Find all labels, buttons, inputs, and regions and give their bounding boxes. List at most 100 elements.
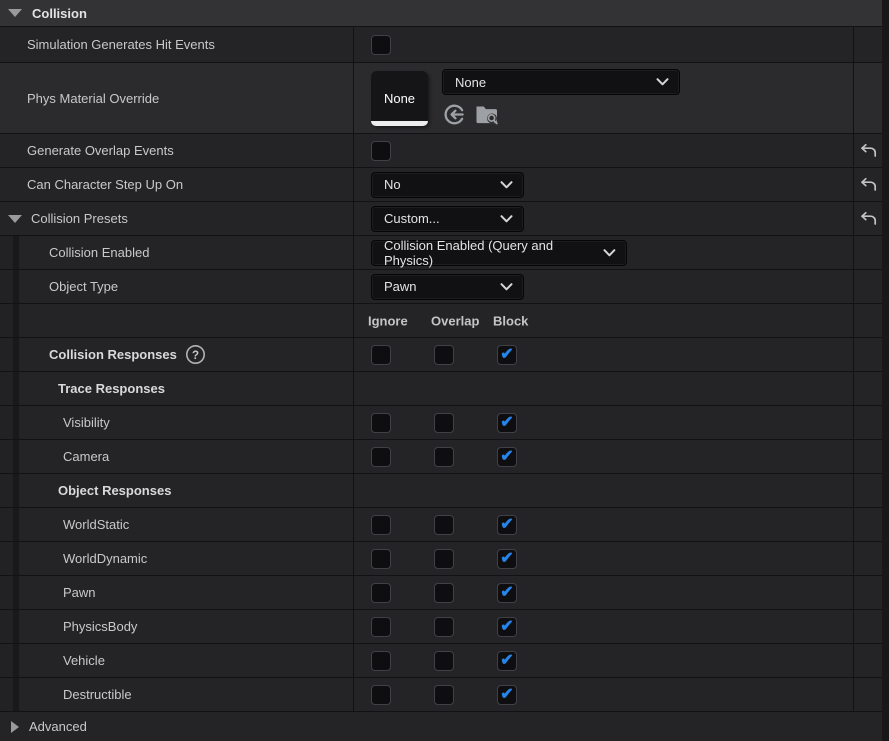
dropdown-value: Custom...: [384, 211, 440, 226]
collision-presets-expander-icon[interactable]: [8, 215, 22, 223]
dropdown-value: Pawn: [384, 279, 417, 294]
asset-thumbnail-label: None: [384, 91, 415, 106]
reset-to-default-icon[interactable]: [857, 175, 879, 195]
row-worlddynamic: WorldDynamic: [0, 542, 882, 576]
collision-details-panel: Collision Simulation Generates Hit Event…: [0, 0, 889, 741]
category-title: Collision: [32, 6, 87, 21]
indent-rail: [0, 474, 19, 507]
property-label: Simulation Generates Hit Events: [0, 27, 353, 62]
property-label: Can Character Step Up On: [0, 168, 353, 201]
row-camera: Camera: [0, 440, 882, 474]
overlap-checkbox[interactable]: [434, 685, 454, 705]
category-header-collision[interactable]: Collision: [0, 0, 882, 27]
reset-to-default-icon[interactable]: [857, 209, 879, 229]
advanced-label: Advanced: [29, 719, 87, 734]
overlap-checkbox[interactable]: [434, 583, 454, 603]
overlap-checkbox[interactable]: [434, 617, 454, 637]
row-collision-enabled: Collision Enabled Collision Enabled (Que…: [0, 236, 882, 270]
indent-rail: [0, 508, 19, 541]
property-label: Collision Responses: [49, 347, 177, 362]
overlap-checkbox[interactable]: [434, 651, 454, 671]
block-checkbox[interactable]: [497, 651, 517, 671]
row-physicsbody: PhysicsBody: [0, 610, 882, 644]
object-type-dropdown[interactable]: Pawn: [371, 274, 524, 300]
ignore-checkbox[interactable]: [371, 345, 391, 365]
row-pawn: Pawn: [0, 576, 882, 610]
property-label: PhysicsBody: [19, 610, 353, 643]
overlap-checkbox[interactable]: [434, 413, 454, 433]
row-collision-responses: Collision Responses ?: [0, 338, 882, 372]
block-checkbox[interactable]: [497, 685, 517, 705]
block-checkbox[interactable]: [497, 549, 517, 569]
dropdown-value: No: [384, 177, 401, 192]
row-worldstatic: WorldStatic: [0, 508, 882, 542]
row-advanced[interactable]: Advanced: [0, 712, 882, 741]
browse-to-asset-icon[interactable]: [475, 104, 500, 126]
column-header-block: Block: [493, 313, 528, 328]
property-label: WorldStatic: [19, 508, 353, 541]
overlap-checkbox[interactable]: [434, 549, 454, 569]
overlap-checkbox[interactable]: [434, 345, 454, 365]
indent-rail: [0, 678, 19, 711]
indent-rail: [0, 440, 19, 473]
ignore-checkbox[interactable]: [371, 549, 391, 569]
block-checkbox[interactable]: [497, 345, 517, 365]
indent-rail: [0, 304, 19, 337]
collision-enabled-dropdown[interactable]: Collision Enabled (Query and Physics): [371, 240, 627, 266]
indent-rail: [0, 406, 19, 439]
block-checkbox[interactable]: [497, 515, 517, 535]
category-expander-icon[interactable]: [8, 9, 22, 17]
property-label: WorldDynamic: [19, 542, 353, 575]
property-label: Pawn: [19, 576, 353, 609]
dropdown-value: Collision Enabled (Query and Physics): [384, 238, 603, 268]
row-object-responses: Object Responses: [0, 474, 882, 508]
row-can-character-step-up-on: Can Character Step Up On No: [0, 168, 882, 202]
asset-dropdown-value: None: [455, 75, 486, 90]
chevron-down-icon: [656, 78, 669, 86]
property-label: Collision Presets: [31, 211, 128, 226]
block-checkbox[interactable]: [497, 447, 517, 467]
indent-rail: [0, 270, 19, 303]
asset-color-bar: [371, 121, 428, 126]
ignore-checkbox[interactable]: [371, 447, 391, 467]
ignore-checkbox[interactable]: [371, 583, 391, 603]
overlap-checkbox[interactable]: [434, 447, 454, 467]
overlap-checkbox[interactable]: [434, 515, 454, 535]
property-label: Object Type: [19, 270, 353, 303]
ignore-checkbox[interactable]: [371, 515, 391, 535]
help-icon[interactable]: ?: [185, 344, 206, 365]
block-checkbox[interactable]: [497, 617, 517, 637]
block-checkbox[interactable]: [497, 583, 517, 603]
collision-presets-dropdown[interactable]: Custom...: [371, 206, 524, 232]
reset-to-default-icon[interactable]: [857, 141, 879, 161]
property-label: Vehicle: [19, 644, 353, 677]
phys-material-asset-dropdown[interactable]: None: [442, 69, 680, 95]
row-collision-presets: Collision Presets Custom...: [0, 202, 882, 236]
property-label: Camera: [19, 440, 353, 473]
property-label: Collision Enabled: [19, 236, 353, 269]
chevron-down-icon: [603, 249, 616, 257]
simulation-generates-hit-events-checkbox[interactable]: [371, 35, 391, 55]
chevron-down-icon: [500, 215, 513, 223]
row-simulation-generates-hit-events: Simulation Generates Hit Events: [0, 27, 882, 63]
svg-text:?: ?: [192, 350, 199, 362]
row-generate-overlap-events: Generate Overlap Events: [0, 134, 882, 168]
generate-overlap-events-checkbox[interactable]: [371, 141, 391, 161]
asset-thumbnail[interactable]: None: [371, 71, 428, 126]
indent-rail: [0, 338, 19, 371]
row-trace-responses: Trace Responses: [0, 372, 882, 406]
block-checkbox[interactable]: [497, 413, 517, 433]
ignore-checkbox[interactable]: [371, 651, 391, 671]
use-selected-asset-icon[interactable]: [442, 103, 465, 126]
ignore-checkbox[interactable]: [371, 617, 391, 637]
row-visibility: Visibility: [0, 406, 882, 440]
advanced-expander-icon[interactable]: [11, 721, 19, 733]
property-label: Destructible: [19, 678, 353, 711]
indent-rail: [0, 372, 19, 405]
property-label: Generate Overlap Events: [0, 134, 353, 167]
ignore-checkbox[interactable]: [371, 685, 391, 705]
chevron-down-icon: [500, 283, 513, 291]
can-character-step-up-on-dropdown[interactable]: No: [371, 172, 524, 198]
reset-column: [853, 63, 882, 133]
ignore-checkbox[interactable]: [371, 413, 391, 433]
